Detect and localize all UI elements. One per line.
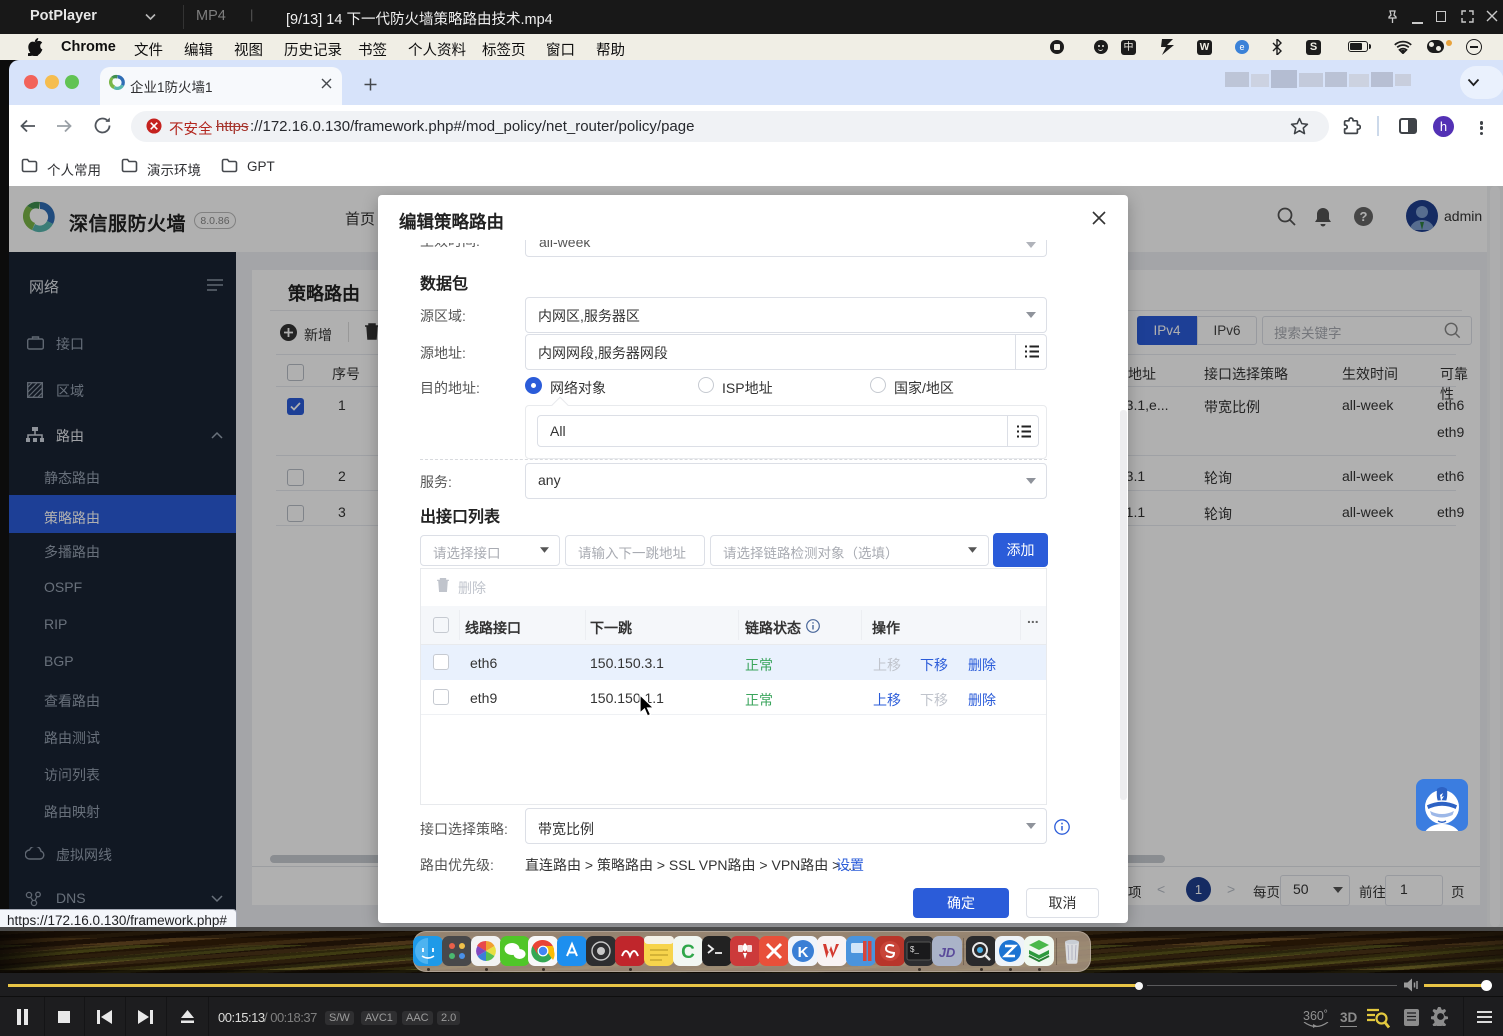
svg-text:JD: JD	[939, 945, 956, 960]
svg-text:$_: $_	[910, 945, 919, 954]
svg-text:K: K	[798, 944, 809, 961]
svg-text:C: C	[681, 942, 695, 963]
